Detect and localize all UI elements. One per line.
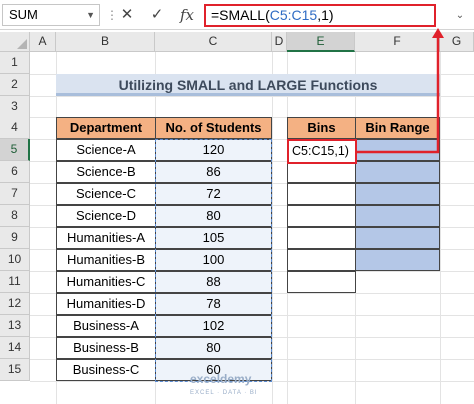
column-header-e[interactable]: E [287, 32, 355, 52]
bins-cell[interactable] [287, 183, 356, 205]
row-header-14[interactable]: 14 [0, 337, 30, 359]
department-cell[interactable]: Humanities-B [56, 249, 156, 271]
bin-range-cell[interactable] [355, 161, 440, 183]
students-cell[interactable]: 80 [155, 337, 272, 359]
check-icon[interactable]: ✓ [144, 4, 170, 26]
name-box[interactable]: SUM ▼ [2, 4, 100, 26]
students-cell[interactable]: 80 [155, 205, 272, 227]
gridline [440, 52, 441, 404]
bin-range-cell[interactable] [355, 205, 440, 227]
row-header-3[interactable]: 3 [0, 96, 30, 118]
row-header-10[interactable]: 10 [0, 249, 30, 271]
expand-formula-icon[interactable]: ⌄ [450, 6, 470, 26]
active-cell-e5[interactable]: C5:C15,1) [287, 139, 357, 164]
department-cell[interactable]: Humanities-C [56, 271, 156, 293]
students-cell[interactable]: 105 [155, 227, 272, 249]
bins-cell[interactable] [287, 227, 356, 249]
sheet-title[interactable]: Utilizing SMALL and LARGE Functions [56, 74, 440, 96]
formula-input[interactable]: =SMALL(C5:C15,1) [204, 4, 436, 27]
header-bins[interactable]: Bins [287, 117, 356, 139]
bin-range-cell[interactable] [355, 139, 440, 161]
row-header-12[interactable]: 12 [0, 293, 30, 315]
department-cell[interactable]: Business-B [56, 337, 156, 359]
students-cell[interactable]: 120 [155, 139, 272, 161]
students-cell[interactable]: 78 [155, 293, 272, 315]
department-cell[interactable]: Business-A [56, 315, 156, 337]
close-icon[interactable]: ✕ [114, 4, 140, 26]
column-header-a[interactable]: A [30, 32, 56, 52]
bins-cell[interactable] [287, 161, 356, 183]
formula-range-ref: C5:C15 [269, 7, 318, 23]
bin-range-cell[interactable] [355, 183, 440, 205]
department-cell[interactable]: Science-A [56, 139, 156, 161]
department-cell[interactable]: Science-C [56, 183, 156, 205]
fx-icon[interactable]: fx [174, 4, 200, 26]
row-header-2[interactable]: 2 [0, 74, 30, 96]
department-cell[interactable]: Humanities-A [56, 227, 156, 249]
department-cell[interactable]: Business-C [56, 359, 156, 381]
students-cell[interactable]: 102 [155, 315, 272, 337]
row-header-1[interactable]: 1 [0, 52, 30, 74]
header-bin-range[interactable]: Bin Range [355, 117, 440, 139]
column-header-g[interactable]: G [440, 32, 474, 52]
chevron-down-icon[interactable]: ▼ [86, 5, 95, 25]
column-header-c[interactable]: C [155, 32, 272, 52]
watermark-tagline: EXCEL · DATA · BI [190, 390, 258, 396]
bin-range-cell[interactable] [355, 249, 440, 271]
select-all-button[interactable] [0, 32, 30, 52]
row-header-4[interactable]: 4 [0, 117, 30, 139]
column-header-b[interactable]: B [56, 32, 155, 52]
header-department[interactable]: Department [56, 117, 156, 139]
students-cell[interactable]: 86 [155, 161, 272, 183]
row-header-13[interactable]: 13 [0, 315, 30, 337]
watermark-name: exceldemy [190, 372, 252, 386]
bins-cell[interactable] [287, 271, 356, 293]
bins-cell[interactable] [287, 249, 356, 271]
department-cell[interactable]: Science-B [56, 161, 156, 183]
students-cell[interactable]: 72 [155, 183, 272, 205]
header-no-of-students[interactable]: No. of Students [155, 117, 272, 139]
students-cell[interactable]: 100 [155, 249, 272, 271]
row-header-15[interactable]: 15 [0, 359, 30, 381]
department-cell[interactable]: Science-D [56, 205, 156, 227]
students-cell[interactable]: 88 [155, 271, 272, 293]
row-header-5[interactable]: 5 [0, 139, 30, 161]
row-header-11[interactable]: 11 [0, 271, 30, 293]
column-header-d[interactable]: D [272, 32, 287, 52]
row-header-7[interactable]: 7 [0, 183, 30, 205]
bin-range-cell[interactable] [355, 227, 440, 249]
watermark-logo: exceldemy EXCEL · DATA · BI [190, 372, 258, 400]
gridline [272, 52, 273, 404]
row-header-8[interactable]: 8 [0, 205, 30, 227]
formula-suffix: ,1) [317, 7, 334, 23]
row-header-6[interactable]: 6 [0, 161, 30, 183]
row-header-9[interactable]: 9 [0, 227, 30, 249]
column-header-f[interactable]: F [355, 32, 440, 52]
formula-prefix: =SMALL( [211, 7, 270, 23]
department-cell[interactable]: Humanities-D [56, 293, 156, 315]
bins-cell[interactable] [287, 205, 356, 227]
name-box-value: SUM [9, 7, 38, 22]
gridline [30, 96, 474, 97]
